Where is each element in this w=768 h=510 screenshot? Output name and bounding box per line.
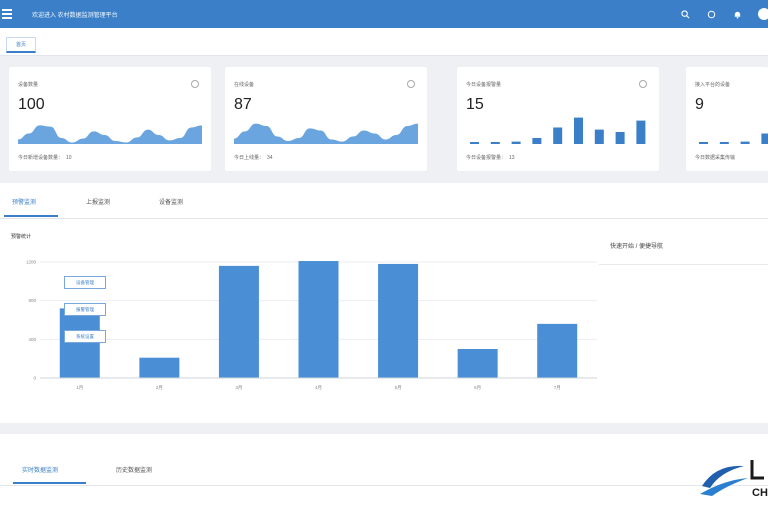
device-manage-button[interactable]: 设备管理	[64, 276, 106, 289]
tab-report-monitor[interactable]: 上报监测	[86, 197, 110, 206]
spark-bar	[470, 142, 479, 144]
y-tick-label: 400	[28, 337, 36, 342]
spark-bar	[511, 141, 521, 144]
card-footer: 今日新增设备数量： 10	[18, 155, 72, 161]
svg-text:CH: CH	[752, 487, 768, 499]
card-footer: 今日上线量： 34	[234, 155, 273, 161]
spark-bar	[740, 141, 750, 144]
search-icon[interactable]	[680, 9, 690, 19]
card-value: 9	[695, 96, 704, 113]
stat-card-online: 在线设备 87 今日上线量： 34	[225, 67, 427, 171]
menu-icon[interactable]	[2, 7, 16, 21]
card-label: 设备数量	[18, 82, 39, 88]
sparkline-area-fill	[234, 123, 418, 144]
alarm-manage-button[interactable]: 报警管理	[64, 303, 106, 316]
fullscreen-icon[interactable]	[706, 9, 716, 19]
spark-bar	[615, 132, 625, 144]
x-tick-label: 3月	[235, 385, 242, 391]
data-panel: 实时数据监测 历史数据监测	[0, 434, 768, 510]
spark-bar	[636, 120, 646, 144]
spark-bar	[574, 117, 583, 144]
tab-home[interactable]: 首页	[6, 37, 36, 53]
top-bar: 欢迎进入 农村数据监测管理平台	[0, 0, 768, 28]
info-icon[interactable]	[191, 80, 199, 88]
system-settings-button[interactable]: 系统设置	[64, 330, 106, 343]
tab-history-data[interactable]: 历史数据监测	[116, 465, 152, 474]
card-value: 87	[234, 96, 252, 113]
bar	[537, 323, 578, 378]
y-tick-label: 0	[33, 376, 36, 381]
bar	[298, 261, 339, 378]
y-tick-label: 1200	[26, 260, 37, 265]
quick-nav: 快速开始 / 便捷导航	[599, 232, 768, 265]
bar	[218, 265, 259, 378]
card-value: 15	[466, 96, 484, 113]
stat-card-platform: 接入平台的设备 9 今日数据采集传输	[686, 67, 768, 171]
tab-strip: 首页	[0, 28, 768, 56]
divider	[0, 485, 768, 486]
spark-bar	[594, 129, 604, 144]
spark-bar	[490, 142, 500, 144]
sparkline-area-fill	[18, 125, 202, 144]
bar	[378, 263, 419, 378]
active-tab-indicator	[13, 482, 86, 484]
info-icon[interactable]	[639, 80, 647, 88]
card-label: 今日设备报警量	[466, 82, 502, 88]
sparkline-area	[18, 125, 202, 144]
x-tick-label: 7月	[554, 385, 561, 391]
active-tab-indicator	[4, 215, 58, 217]
divider	[599, 264, 768, 265]
sparkline-bars	[470, 117, 646, 144]
card-label: 接入平台的设备	[695, 82, 731, 88]
brand-logo: CH	[698, 456, 768, 500]
x-tick-label: 1月	[76, 385, 83, 391]
x-tick-label: 2月	[156, 385, 163, 391]
spark-bar	[699, 142, 708, 144]
sparkline-bars	[699, 133, 768, 144]
stat-card-devices: 设备数量 100 今日新增设备数量： 10	[9, 67, 211, 171]
x-tick-label: 5月	[395, 385, 402, 391]
card-footer: 今日设备报警量： 13	[466, 155, 515, 161]
info-icon[interactable]	[407, 80, 415, 88]
alert-bar-chart: 0 400 800 1200 1月 2月 3月 4月 5月 6月 7月	[26, 260, 597, 391]
bell-icon[interactable]	[732, 9, 742, 19]
x-tick-label: 4月	[315, 385, 322, 391]
quick-nav-title: 快速开始 / 便捷导航	[610, 244, 664, 250]
sparkline-area	[234, 123, 418, 144]
bar	[59, 308, 100, 378]
spark-bar	[761, 133, 768, 144]
bar	[139, 357, 180, 378]
panel-tabs: 预警监测 上报监测 设备监测	[0, 183, 768, 219]
chart-title: 预警统计	[11, 234, 32, 240]
spark-bar	[719, 142, 729, 144]
avatar[interactable]	[758, 8, 768, 20]
bar	[457, 349, 498, 378]
spark-bar	[532, 138, 542, 144]
tab-alert-monitor[interactable]: 预警监测	[12, 197, 36, 206]
tab-device-monitor[interactable]: 设备监测	[159, 197, 183, 206]
y-tick-label: 800	[28, 298, 36, 303]
x-tick-label: 6月	[474, 385, 481, 391]
card-footer: 今日数据采集传输	[695, 155, 736, 161]
stat-card-alarms: 今日设备报警量 15 今日设备报警量： 13	[457, 67, 659, 171]
card-value: 100	[18, 96, 45, 113]
app-title: 欢迎进入 农村数据监测管理平台	[32, 12, 118, 19]
card-label: 在线设备	[234, 82, 255, 88]
spark-bar	[553, 127, 563, 144]
tab-realtime-data[interactable]: 实时数据监测	[22, 465, 58, 474]
